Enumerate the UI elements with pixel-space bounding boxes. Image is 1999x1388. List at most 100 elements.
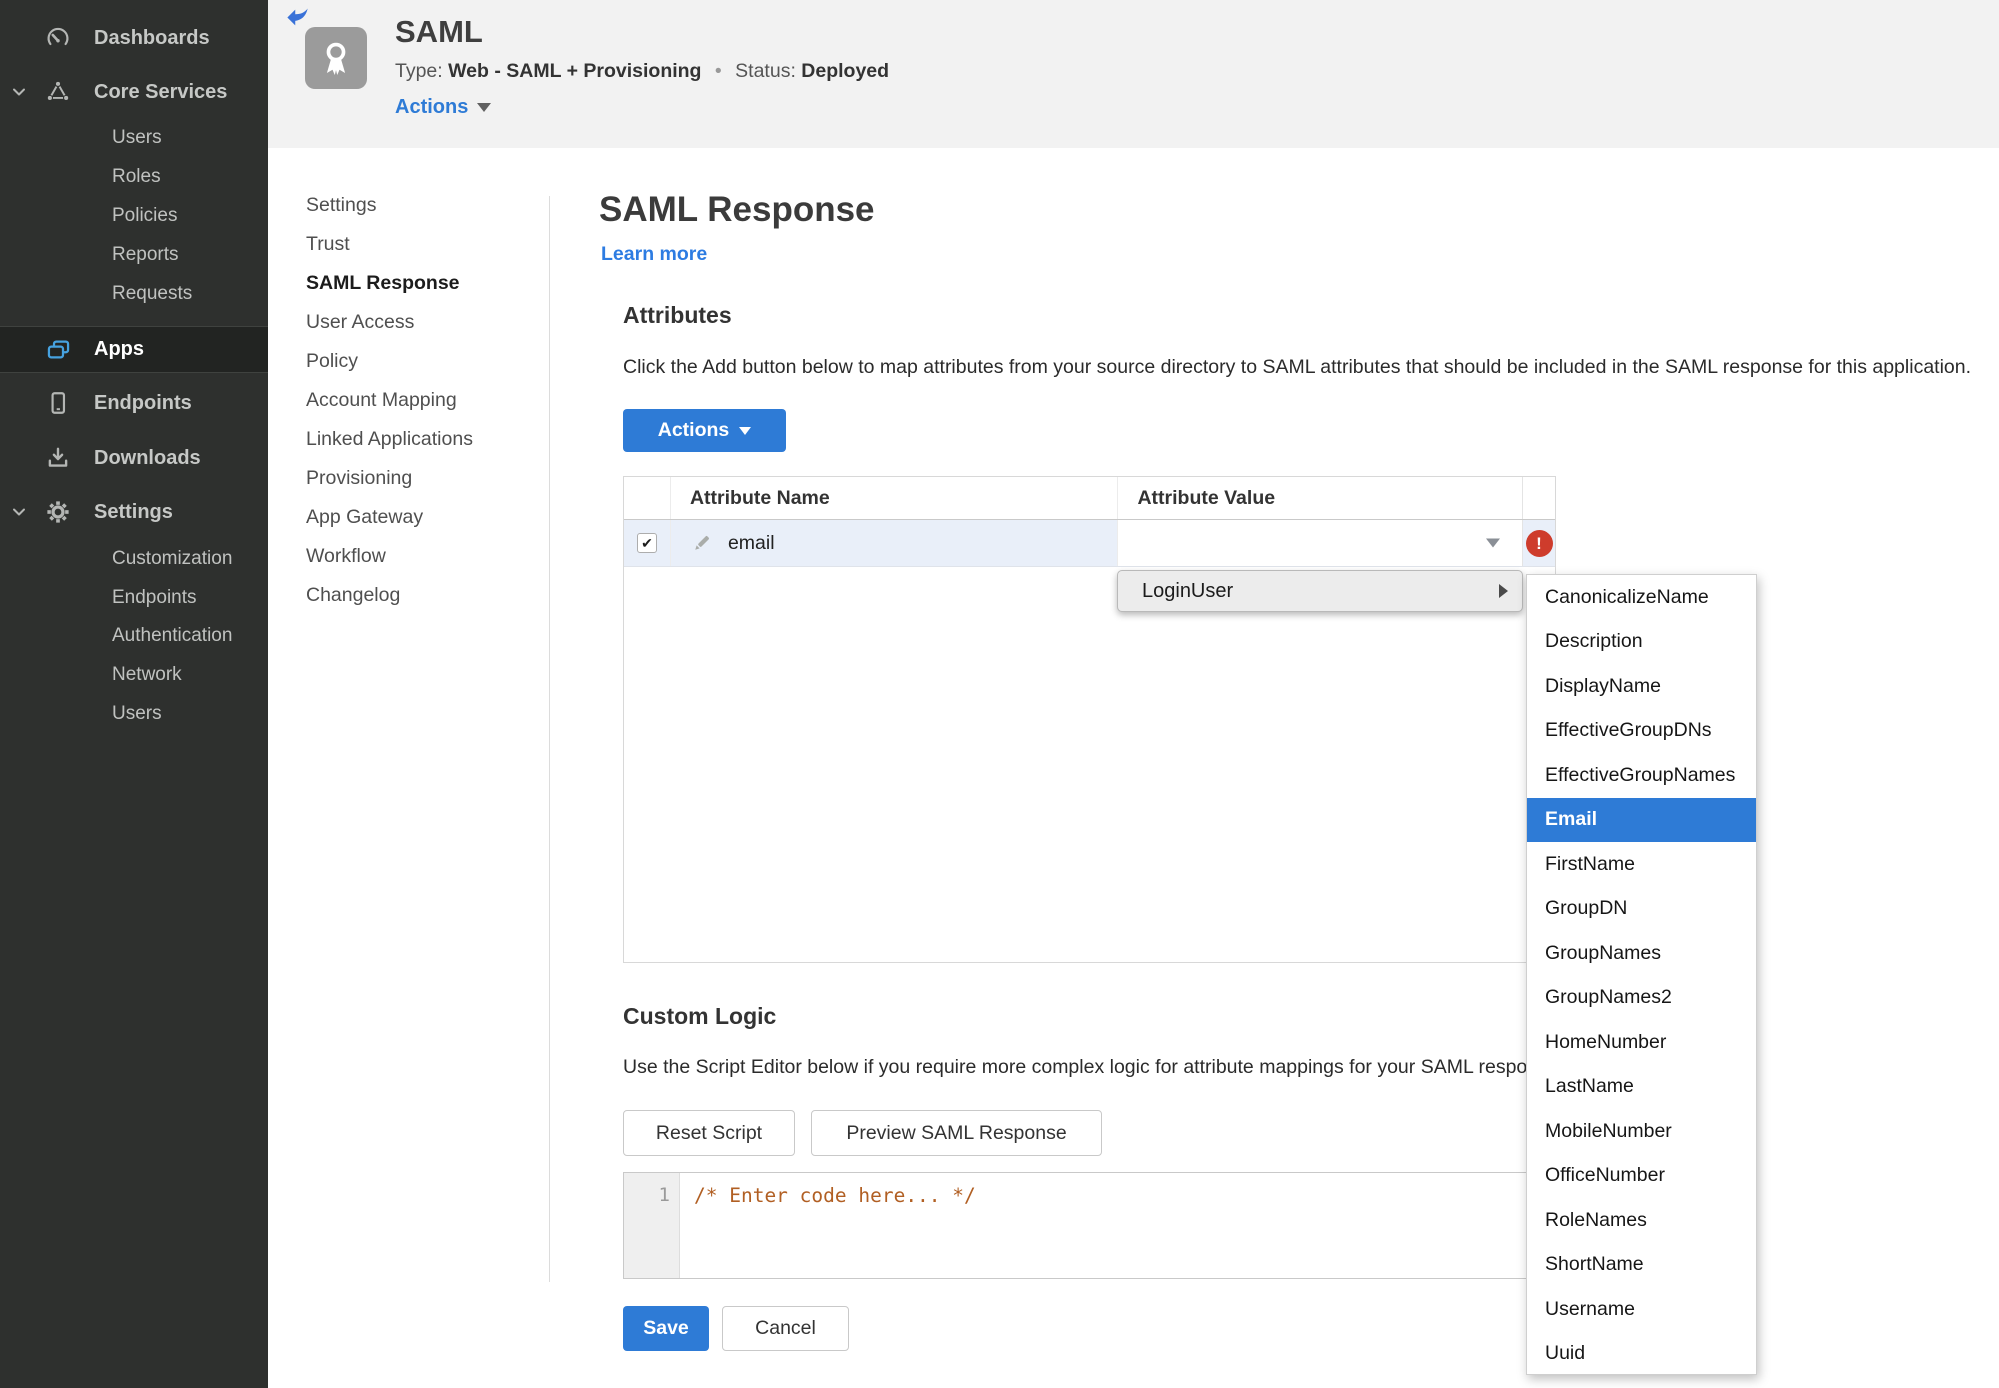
- editor-code[interactable]: /* Enter code here... */: [680, 1173, 976, 1278]
- submenu-arrow-icon: [1499, 584, 1508, 598]
- checkmark-icon: ✔: [641, 534, 653, 551]
- sidebar-item-label: Users: [112, 127, 162, 148]
- table-header: Attribute Name Attribute Value: [624, 477, 1555, 520]
- attribute-name-cell: email: [670, 520, 1119, 566]
- sidebar-item-reports[interactable]: Reports: [0, 235, 268, 275]
- submenu-item[interactable]: ShortName: [1527, 1243, 1756, 1288]
- cancel-button[interactable]: Cancel: [722, 1306, 849, 1351]
- sidebar-item-authentication[interactable]: Authentication: [0, 616, 268, 656]
- chevron-down-icon: [739, 426, 752, 435]
- saml-app-icon: [305, 27, 367, 89]
- submenu-item[interactable]: GroupNames: [1527, 931, 1756, 976]
- submenu-item[interactable]: Description: [1527, 620, 1756, 665]
- nav-item-provisioning[interactable]: Provisioning: [306, 459, 473, 498]
- sidebar-item-label: Reports: [112, 244, 179, 265]
- row-select-cell: ✔: [624, 520, 671, 566]
- nav-item-saml-response[interactable]: SAML Response: [306, 264, 473, 303]
- sidebar-item-downloads[interactable]: Downloads: [0, 434, 268, 482]
- sidebar-item-label: Core Services: [94, 80, 228, 103]
- sidebar: Dashboards Core Services Users Roles Pol…: [0, 0, 268, 1388]
- nav-item-linked-applications[interactable]: Linked Applications: [306, 420, 473, 459]
- attribute-value-dropdown[interactable]: [1118, 520, 1523, 566]
- nav-item-settings[interactable]: Settings: [306, 186, 473, 225]
- attributes-heading: Attributes: [623, 302, 732, 328]
- sidebar-item-label: Endpoints: [94, 391, 192, 414]
- sidebar-item-settings-endpoints[interactable]: Endpoints: [0, 578, 268, 618]
- sidebar-item-label: Customization: [112, 548, 233, 569]
- submenu-item[interactable]: CanonicalizeName: [1527, 575, 1756, 620]
- sidebar-item-core-services[interactable]: Core Services: [0, 68, 268, 116]
- meta-separator: •: [714, 60, 722, 82]
- preview-saml-response-button[interactable]: Preview SAML Response: [811, 1110, 1102, 1156]
- submenu-item[interactable]: LastName: [1527, 1065, 1756, 1110]
- select-column-header: [624, 477, 671, 519]
- submenu-item[interactable]: GroupDN: [1527, 887, 1756, 932]
- gear-icon: [45, 499, 71, 525]
- nav-item-trust[interactable]: Trust: [306, 225, 473, 264]
- attributes-actions-button[interactable]: Actions: [623, 409, 786, 452]
- submenu-item[interactable]: OfficeNumber: [1527, 1154, 1756, 1199]
- sidebar-item-customization[interactable]: Customization: [0, 539, 268, 579]
- pencil-icon[interactable]: [690, 531, 714, 555]
- chevron-down-icon[interactable]: [11, 504, 27, 520]
- status-badge: Deployed: [801, 60, 890, 82]
- save-button[interactable]: Save: [623, 1306, 709, 1351]
- submenu-item[interactable]: EffectiveGroupNames: [1527, 753, 1756, 798]
- row-error-cell: !: [1522, 520, 1555, 566]
- submenu-item[interactable]: HomeNumber: [1527, 1020, 1756, 1065]
- column-header-attribute-name[interactable]: Attribute Name: [671, 477, 1119, 519]
- menu-item-loginuser[interactable]: LoginUser: [1142, 580, 1233, 603]
- sidebar-item-label: Users: [112, 703, 162, 724]
- sidebar-item-settings[interactable]: Settings: [0, 488, 268, 536]
- sidebar-item-endpoints[interactable]: Endpoints: [0, 379, 268, 427]
- sidebar-item-settings-users[interactable]: Users: [0, 694, 268, 734]
- sidebar-item-label: Apps: [94, 338, 144, 360]
- submenu-item[interactable]: MobileNumber: [1527, 1109, 1756, 1154]
- chevron-down-icon: [477, 103, 492, 112]
- status-label: Status:: [735, 60, 796, 82]
- app-window: Dashboards Core Services Users Roles Pol…: [0, 0, 1999, 1388]
- table-row[interactable]: ✔ email !: [624, 520, 1555, 567]
- submenu-item[interactable]: FirstName: [1527, 842, 1756, 887]
- back-arrow-icon[interactable]: [284, 4, 311, 31]
- app-header: SAML Type: Web - SAML + Provisioning • S…: [268, 0, 1999, 148]
- sidebar-item-requests[interactable]: Requests: [0, 274, 268, 314]
- sidebar-item-dashboards[interactable]: Dashboards: [0, 14, 268, 62]
- nav-item-policy[interactable]: Policy: [306, 342, 473, 381]
- nav-item-account-mapping[interactable]: Account Mapping: [306, 381, 473, 420]
- sidebar-item-roles[interactable]: Roles: [0, 157, 268, 197]
- submenu-item[interactable]: GroupNames2: [1527, 976, 1756, 1021]
- sidebar-item-users[interactable]: Users: [0, 118, 268, 158]
- device-icon: [45, 390, 71, 416]
- sidebar-item-apps[interactable]: Apps: [0, 326, 268, 373]
- row-checkbox[interactable]: ✔: [636, 533, 657, 553]
- nav-item-changelog[interactable]: Changelog: [306, 576, 473, 615]
- submenu-item[interactable]: Uuid: [1527, 1332, 1756, 1377]
- reset-script-button[interactable]: Reset Script: [623, 1110, 795, 1156]
- app-meta: Type: Web - SAML + Provisioning • Status…: [395, 60, 889, 83]
- nav-divider: [549, 196, 550, 1282]
- header-actions-menu[interactable]: Actions: [395, 96, 492, 119]
- attributes-description: Click the Add button below to map attrib…: [623, 356, 1972, 378]
- learn-more-link[interactable]: Learn more: [601, 243, 707, 266]
- submenu-item[interactable]: DisplayName: [1527, 664, 1756, 709]
- nav-item-user-access[interactable]: User Access: [306, 303, 473, 342]
- nav-item-workflow[interactable]: Workflow: [306, 537, 473, 576]
- nav-item-app-gateway[interactable]: App Gateway: [306, 498, 473, 537]
- column-header-attribute-value[interactable]: Attribute Value: [1118, 477, 1522, 519]
- sidebar-item-label: Endpoints: [112, 587, 197, 608]
- sidebar-item-label: Requests: [112, 283, 193, 304]
- submenu-item-selected[interactable]: Email: [1527, 797, 1756, 842]
- dropdown-caret-icon: [1486, 538, 1501, 548]
- submenu-item[interactable]: RoleNames: [1527, 1198, 1756, 1243]
- sidebar-item-label: Network: [112, 664, 182, 685]
- sidebar-item-label: Dashboards: [94, 26, 210, 49]
- submenu-item[interactable]: Username: [1527, 1287, 1756, 1332]
- sidebar-item-network[interactable]: Network: [0, 655, 268, 695]
- sidebar-item-policies[interactable]: Policies: [0, 196, 268, 236]
- chevron-down-icon[interactable]: [11, 84, 27, 100]
- submenu-item[interactable]: EffectiveGroupDNs: [1527, 709, 1756, 754]
- script-editor[interactable]: 1 /* Enter code here... */: [623, 1172, 1545, 1279]
- editor-line-number: 1: [624, 1173, 680, 1278]
- gauge-icon: [45, 25, 71, 51]
